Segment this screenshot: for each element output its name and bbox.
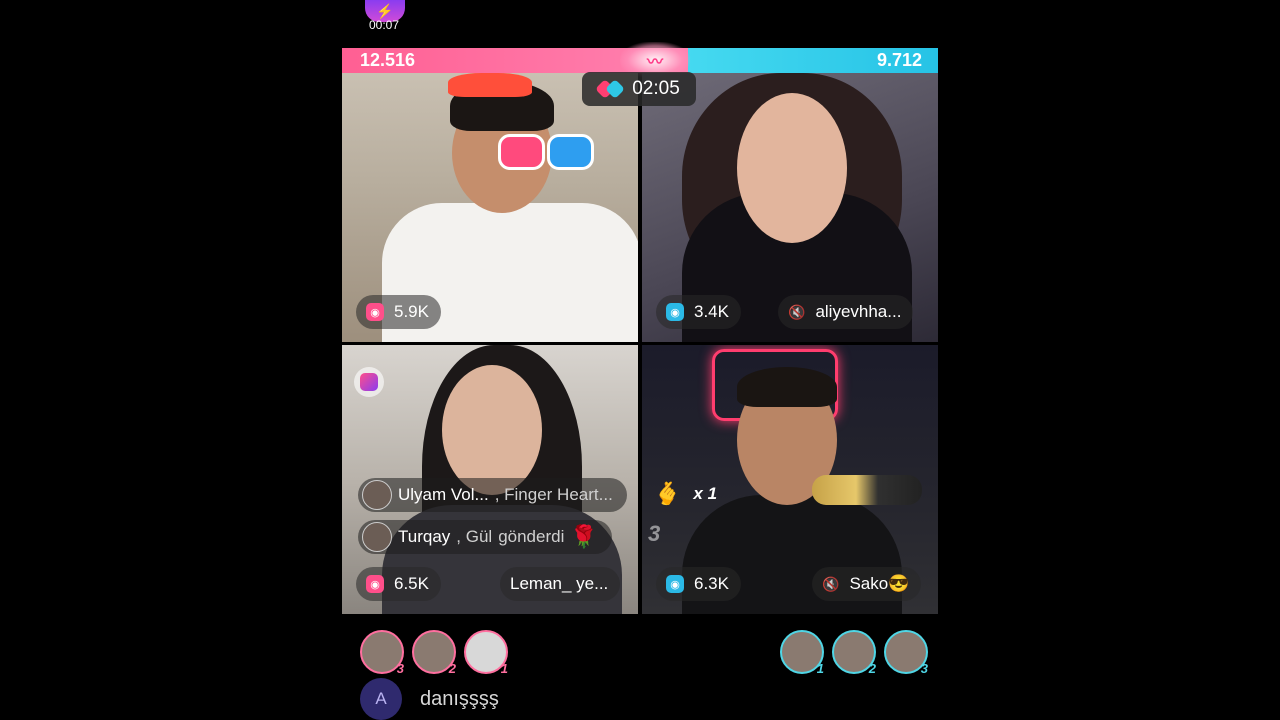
viewer-count: 6.5K [394,574,429,593]
round-timer-text: 02:05 [632,78,680,99]
viewer-count: 6.3K [694,574,729,593]
guest-name: Leman_ ye... [510,574,609,593]
combo-number: 3 [648,521,661,546]
gift-combo: 🫰 x 1 [652,481,717,507]
gift-text: , Gül [456,527,493,546]
mute-icon: 🔇 [788,303,806,320]
supporter-rank: 1 [500,661,508,676]
gift-text: , Finger Heart... [494,485,613,504]
battle-score-bar: 12.516 9.712 〰 [342,42,938,78]
live-battle-screen: ⚡ 00:07 12.516 9.712 〰 02:05 ◉ 5.9K ◉ 3.… [342,0,938,720]
supporter-rank: 3 [920,661,928,676]
guest-name: Sako😎 [849,574,910,593]
supporters-right: 1 2 3 [780,630,928,676]
guest-name-pill[interactable]: Leman_ ye... [500,567,621,601]
chat-text: danışşşş [420,687,499,710]
gift-sender-name: Ulyam Vol... [398,485,489,504]
gift-notification: Turqay , Gül gönderdi 🌹 [358,520,612,554]
supporters-left: 3 2 1 [360,630,508,676]
boxing-effect-icon [498,134,594,170]
guest-head [737,93,847,243]
timer-badge-text: 00:07 [369,18,400,32]
guest-name-pill[interactable]: 🔇 Sako😎 [812,567,922,601]
score-left: 12.516 [360,50,416,70]
coin-icon: ◉ [666,303,684,321]
score-right: 9.712 [876,50,922,70]
gift-sender-avatar [362,480,392,510]
coin-icon: ◉ [366,575,384,593]
supporter-avatar[interactable]: 2 [412,630,456,676]
gift-notification: Ulyam Vol... , Finger Heart... [358,478,627,512]
supporter-avatar[interactable]: 1 [780,630,824,676]
supporter-avatar[interactable]: 3 [360,630,404,676]
supporter-avatar[interactable]: 2 [832,630,876,676]
guest-hair [737,367,837,407]
rose-icon: 🌹 [570,524,598,549]
supporter-rank: 1 [816,661,824,676]
coin-icon: ◉ [666,575,684,593]
host-badge-icon[interactable] [354,367,384,397]
chat-avatar[interactable]: A [360,678,402,720]
gift-text: gönderdi [498,527,565,546]
chat-message: A danışşşş [360,678,499,720]
supporter-rank: 3 [396,661,404,676]
viewer-count-pill[interactable]: ◉ 6.5K [356,567,441,601]
viewer-count-pill[interactable]: ◉ 3.4K [656,295,741,329]
boxing-gloves-icon [595,79,626,99]
finger-heart-icon: 🫰 [652,481,680,506]
viewer-count: 5.9K [394,302,429,321]
score-bar-right: 9.712 [688,48,938,73]
viewer-count-pill[interactable]: ◉ 5.9K [356,295,441,329]
guest-head [442,365,542,495]
supporter-rank: 2 [448,661,456,676]
hat-effect-icon [448,73,532,97]
mute-icon: 🔇 [822,575,840,592]
combo-count: x 1 [693,484,718,503]
guest-name-pill[interactable]: 🔇 aliyevhha... [778,295,914,329]
gift-sender-avatar [362,522,392,552]
supporter-rank: 2 [868,661,876,676]
guest-name: aliyevhha... [815,302,902,321]
supporter-avatar[interactable]: 3 [884,630,928,676]
viewer-count: 3.4K [694,302,729,321]
guest-video-tile-1[interactable]: ◉ 5.9K [342,73,638,342]
supporter-avatar[interactable]: 1 [464,630,508,676]
microphone [812,475,922,505]
guest-video-tile-4[interactable]: 🫰 x 1 3 ◉ 6.3K 🔇 Sako😎 [642,345,938,614]
coin-icon: ◉ [366,303,384,321]
viewer-count-pill[interactable]: ◉ 6.3K [656,567,741,601]
guest-video-tile-2[interactable]: ◉ 3.4K 🔇 aliyevhha... [642,73,938,342]
gift-sender-name: Turqay [398,527,451,546]
timer-badge[interactable]: ⚡ 00:07 [359,0,411,34]
round-timer: 02:05 [582,72,696,106]
